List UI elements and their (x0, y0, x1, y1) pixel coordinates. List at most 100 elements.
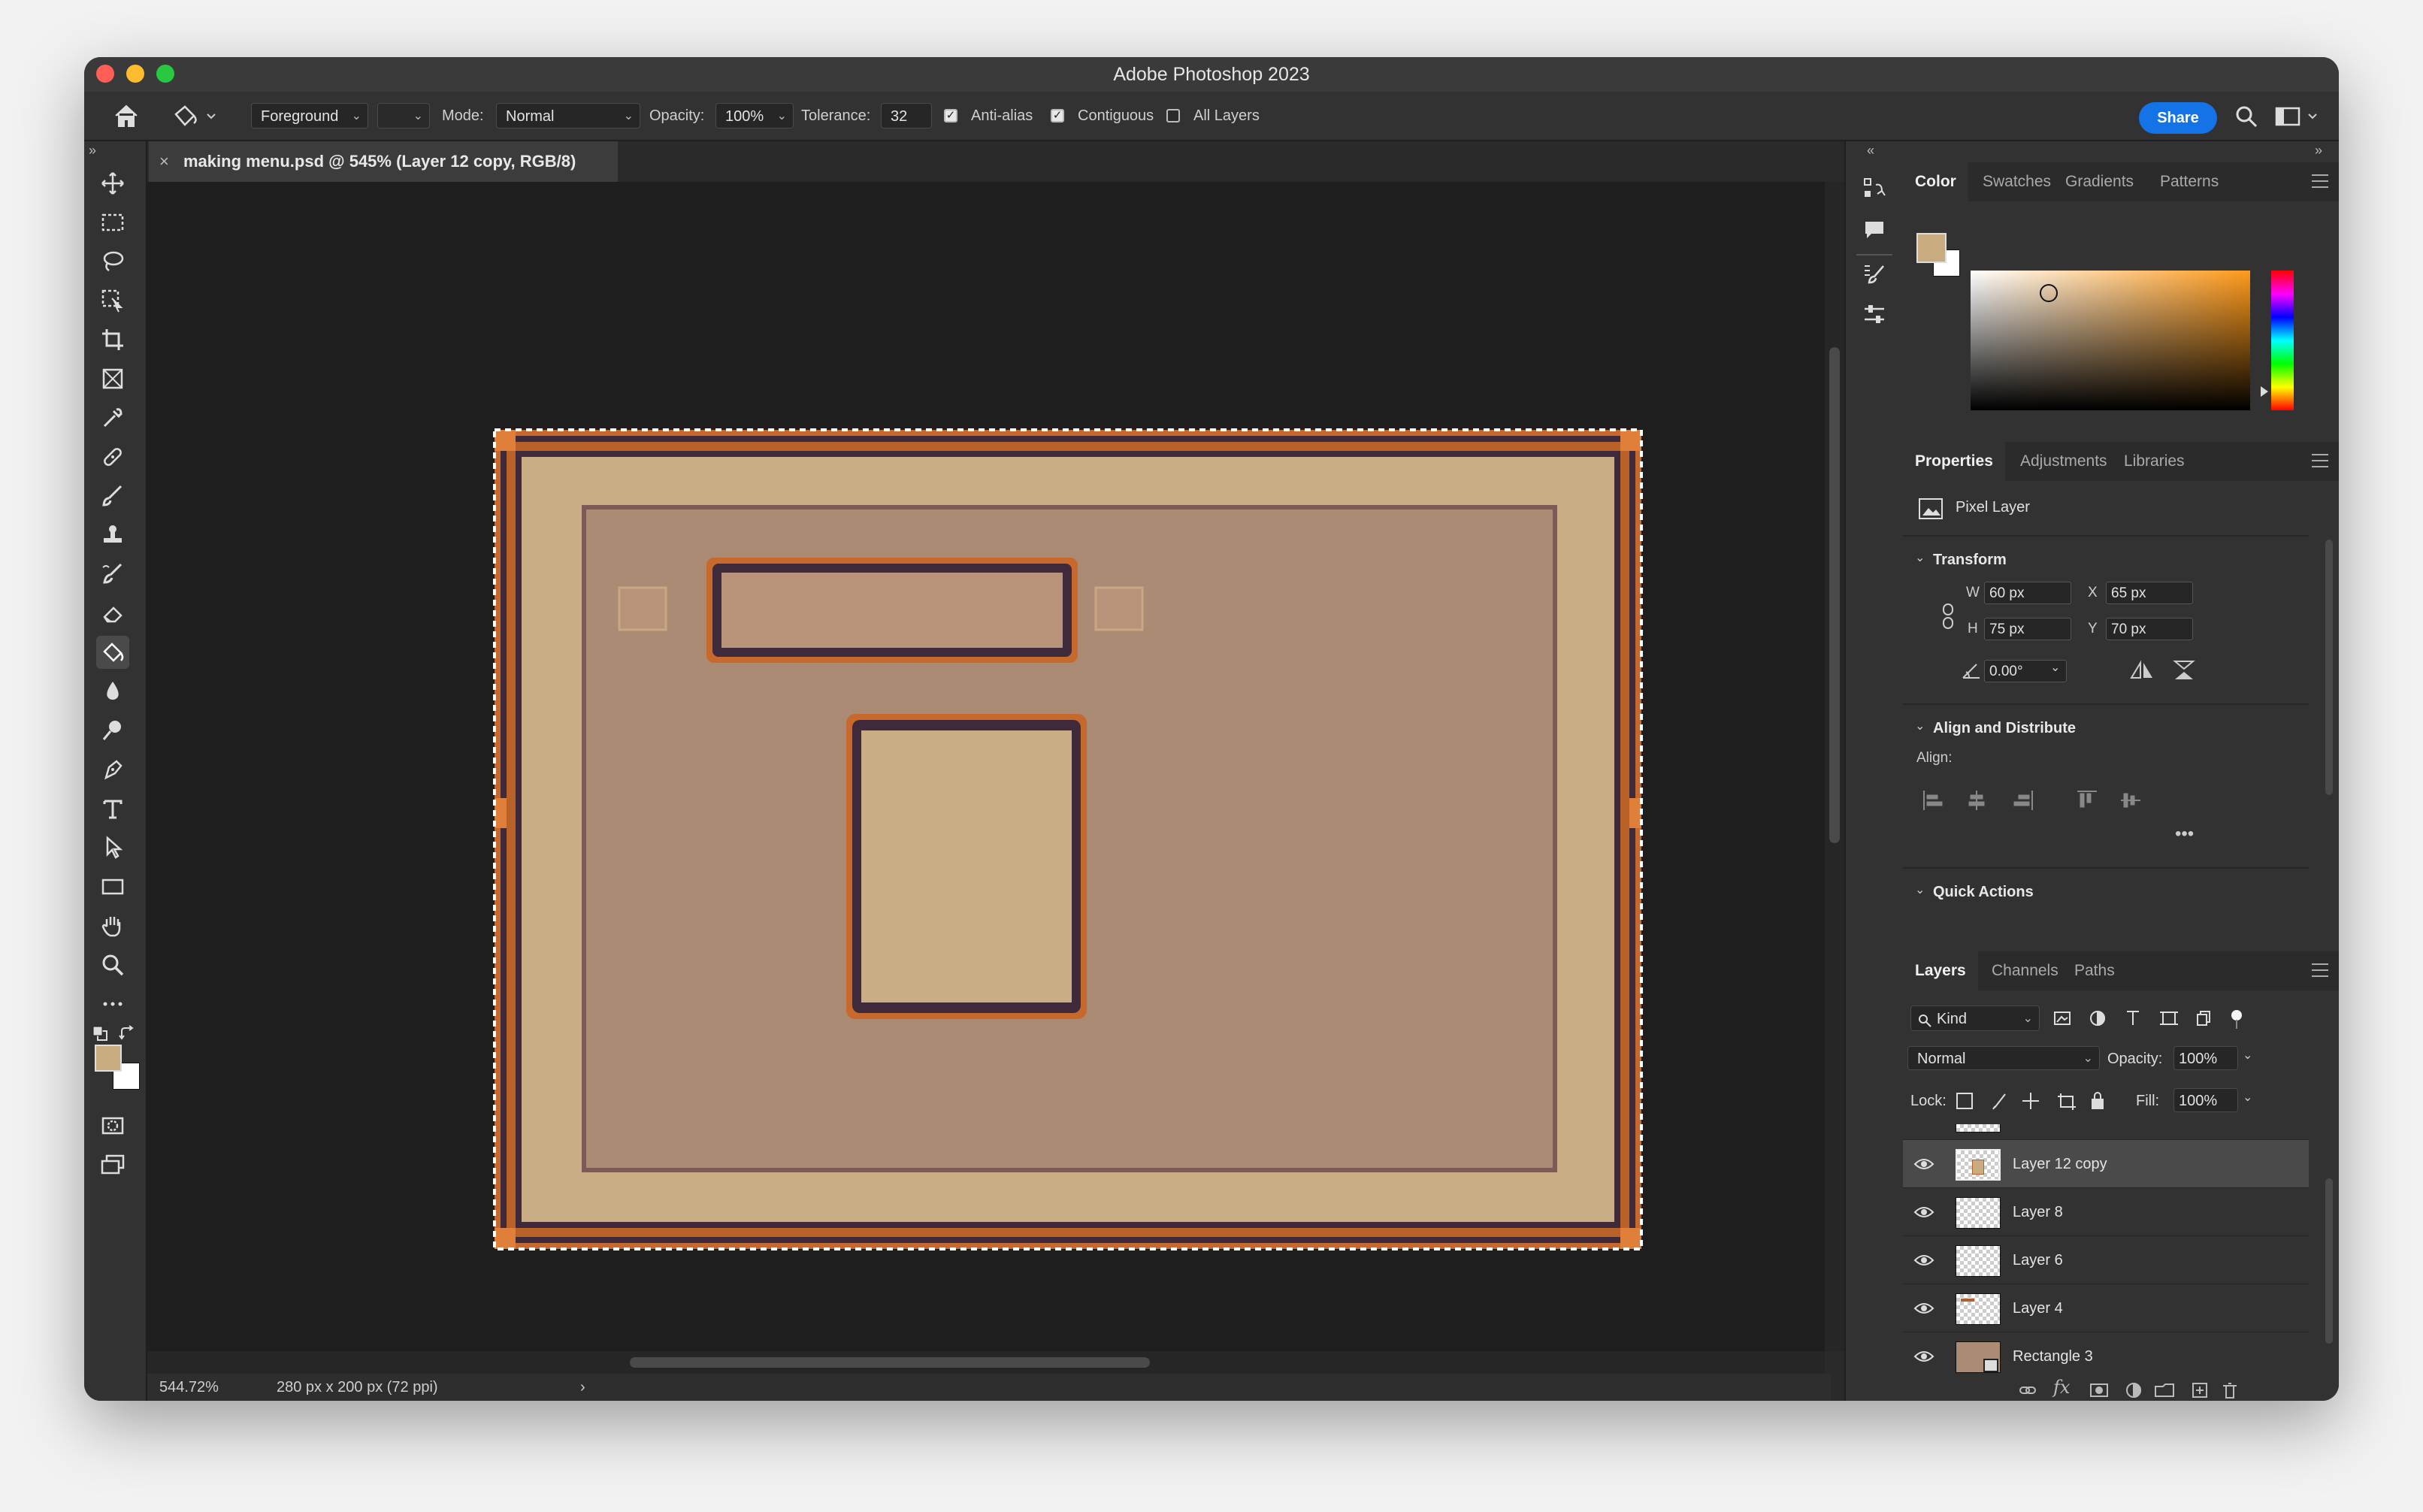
quick-actions-title[interactable]: Quick Actions (1933, 884, 2034, 901)
canvas-area[interactable] (147, 182, 1825, 1351)
history-brush-tool-icon[interactable] (96, 558, 129, 591)
mode-dropdown[interactable]: Normal ⌄ (496, 103, 640, 129)
flip-horizontal-icon[interactable] (2128, 660, 2155, 682)
close-tab-icon[interactable]: × (159, 141, 169, 182)
horizontal-scrollbar[interactable] (147, 1351, 1825, 1374)
history-panel-icon[interactable] (1862, 176, 1886, 203)
lock-all-button[interactable] (2091, 1090, 2106, 1112)
collapse-strip-icon[interactable]: « (1867, 143, 1874, 159)
new-layer-button[interactable] (2192, 1380, 2208, 1401)
collapse-toolbar-icon[interactable]: » (89, 143, 96, 159)
workspace-switcher-icon[interactable] (2274, 104, 2322, 129)
tab-gradients[interactable]: Gradients (2053, 162, 2146, 201)
chevron-down-icon[interactable]: ⌄ (2050, 660, 2060, 675)
tab-color[interactable]: Color (1903, 162, 1968, 201)
move-tool-icon[interactable] (96, 167, 129, 200)
panel-menu-icon[interactable] (2312, 963, 2328, 977)
link-icon[interactable] (1941, 603, 1956, 630)
fx-icon[interactable]: fx (2053, 1377, 2070, 1398)
vertical-scroll-thumb[interactable] (1829, 347, 1840, 843)
all-layers-checkbox[interactable] (1166, 109, 1180, 122)
layer-name[interactable]: Layer 12 copy (2013, 1140, 2107, 1188)
hue-slider-handle[interactable] (2261, 386, 2268, 397)
chevron-down-icon[interactable]: ⌄ (1915, 882, 1925, 897)
screen-mode-icon[interactable] (96, 1148, 129, 1181)
eraser-tool-icon[interactable] (96, 597, 129, 630)
tab-layers[interactable]: Layers (1903, 951, 1978, 990)
contiguous-checkbox[interactable]: ✓ (1051, 109, 1064, 122)
layer-row[interactable]: Layer 8 (1903, 1187, 2309, 1236)
document-tab[interactable]: × making menu.psd @ 545% (Layer 12 copy,… (149, 141, 618, 182)
color-picker-cursor[interactable] (2040, 284, 2058, 302)
layers-scrollbar[interactable] (2325, 1178, 2333, 1344)
comments-panel-icon[interactable] (1862, 218, 1886, 242)
layer-name[interactable]: Layer 8 (2013, 1188, 2063, 1236)
antialias-checkbox[interactable]: ✓ (944, 109, 957, 122)
dodge-tool-icon[interactable] (96, 714, 129, 747)
tool-preset-picker[interactable] (171, 102, 224, 129)
opacity-input[interactable]: 100% ⌄ (715, 103, 794, 129)
new-group-button[interactable] (2154, 1380, 2175, 1401)
pattern-picker[interactable]: ⌄ (377, 103, 430, 129)
tab-patterns[interactable]: Patterns (2148, 162, 2231, 201)
transform-section-title[interactable]: Transform (1933, 552, 2007, 569)
tab-swatches[interactable]: Swatches (1971, 162, 2063, 201)
align-right-edges-button[interactable] (2010, 789, 2032, 812)
pen-tool-icon[interactable] (96, 753, 129, 786)
align-horizontal-centers-button[interactable] (1966, 789, 1989, 812)
paint-bucket-tool-icon[interactable] (96, 636, 129, 669)
height-input[interactable]: 75 px (1984, 618, 2071, 640)
eye-icon[interactable] (1913, 1251, 1934, 1269)
hand-tool-icon[interactable] (96, 909, 129, 942)
align-top-edges-button[interactable] (2074, 789, 2097, 812)
horizontal-scroll-thumb[interactable] (630, 1357, 1150, 1368)
swap-colors-icon[interactable] (119, 1025, 137, 1042)
quick-mask-icon[interactable] (96, 1109, 129, 1142)
type-tool-icon[interactable] (96, 792, 129, 825)
hue-slider[interactable] (2271, 271, 2294, 410)
path-selection-tool-icon[interactable] (96, 831, 129, 864)
eye-icon[interactable] (1913, 1155, 1934, 1173)
object-selection-tool-icon[interactable] (96, 284, 129, 317)
share-button[interactable]: Share (2139, 102, 2217, 134)
lasso-tool-icon[interactable] (96, 245, 129, 278)
panel-menu-icon[interactable] (2312, 454, 2328, 467)
layer-row[interactable]: Layer 12 copy (1903, 1139, 2309, 1188)
fill-input[interactable]: 100% (2173, 1088, 2238, 1112)
panel-menu-icon[interactable] (2312, 174, 2328, 188)
clone-stamp-tool-icon[interactable] (96, 519, 129, 552)
layer-row[interactable] (1903, 1124, 2309, 1140)
vertical-scrollbar[interactable] (1825, 182, 1844, 1351)
frame-tool-icon[interactable] (96, 362, 129, 395)
tab-channels[interactable]: Channels (1980, 951, 2071, 990)
eye-icon[interactable] (1913, 1299, 1934, 1317)
align-left-edges-button[interactable] (1922, 789, 1945, 812)
foreground-color-swatch[interactable] (95, 1045, 122, 1072)
layer-filter-dropdown[interactable]: Kind ⌄ (1910, 1005, 2040, 1031)
eye-icon[interactable] (1913, 1203, 1934, 1221)
collapse-panels-icon[interactable]: » (2315, 143, 2322, 159)
document-info[interactable]: 280 px x 200 px (72 ppi) (277, 1374, 438, 1401)
blend-mode-dropdown[interactable]: Normal ⌄ (1907, 1046, 2100, 1070)
rectangle-tool-icon[interactable] (96, 870, 129, 903)
align-bottom-edges-button[interactable] (2161, 789, 2184, 812)
marquee-tool-icon[interactable] (96, 206, 129, 239)
tab-paths[interactable]: Paths (2062, 951, 2127, 990)
layer-row[interactable]: Layer 4 (1903, 1284, 2309, 1332)
layer-name[interactable]: Layer 4 (2013, 1284, 2063, 1332)
tolerance-input[interactable]: 32 (881, 103, 932, 129)
zoom-tool-icon[interactable] (96, 948, 129, 981)
add-mask-button[interactable] (2089, 1380, 2109, 1401)
link-layers-button[interactable] (2019, 1380, 2038, 1401)
layer-name[interactable]: Layer 6 (2013, 1236, 2063, 1284)
home-icon[interactable] (111, 102, 141, 129)
chevron-down-icon[interactable]: ⌄ (2243, 1048, 2252, 1063)
chevron-down-icon[interactable]: ⌄ (1915, 550, 1925, 565)
fill-source-dropdown[interactable]: Foreground ⌄ (251, 103, 368, 129)
blur-tool-icon[interactable] (96, 675, 129, 708)
color-field[interactable] (1971, 271, 2250, 410)
align-vertical-centers-button[interactable] (2118, 789, 2140, 812)
x-input[interactable]: 65 px (2106, 582, 2193, 604)
color-panel-foreground-swatch[interactable] (1916, 233, 1947, 263)
align-section-title[interactable]: Align and Distribute (1933, 720, 2076, 737)
